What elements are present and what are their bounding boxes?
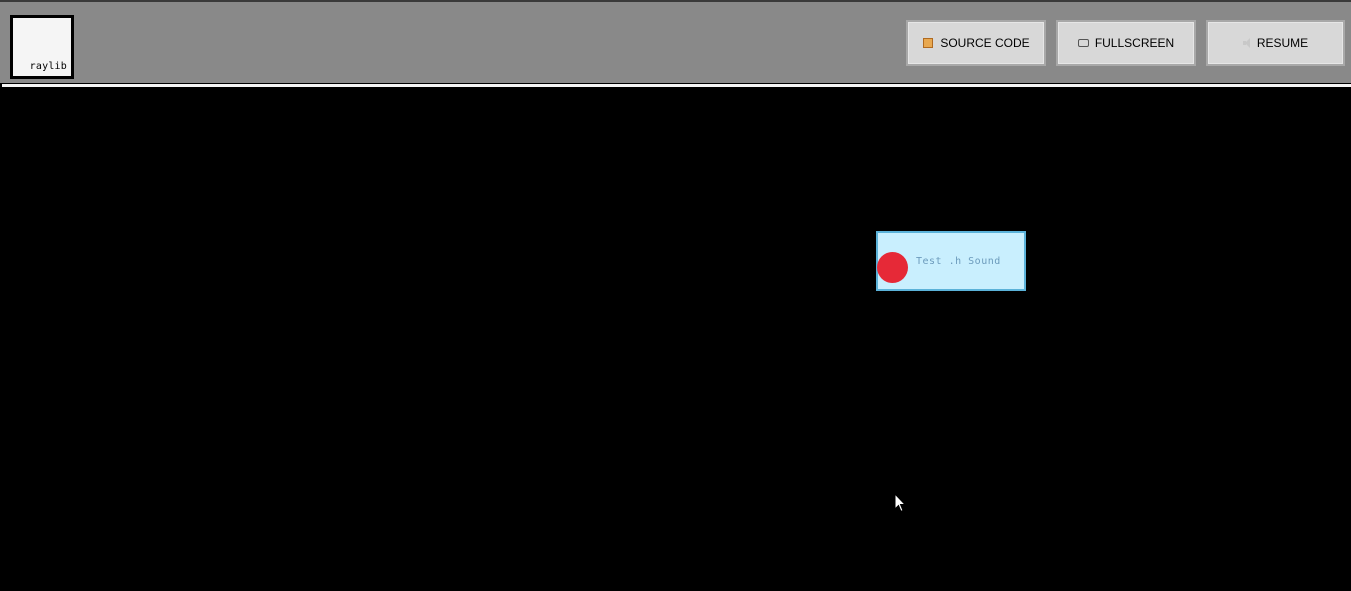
scroll-icon — [922, 37, 934, 49]
game-canvas[interactable] — [0, 87, 1351, 591]
resume-label: RESUME — [1256, 36, 1309, 50]
fullscreen-button[interactable]: FULLSCREEN — [1056, 20, 1196, 66]
speaker-icon — [1242, 38, 1251, 48]
raylib-logo[interactable]: raylib — [10, 15, 74, 79]
header-bar: raylib SOURCE CODE FULLSCREEN RESUME — [0, 2, 1351, 83]
source-code-label: SOURCE CODE — [940, 36, 1030, 50]
fullscreen-label: FULLSCREEN — [1094, 36, 1175, 50]
logo-text: raylib — [29, 61, 67, 72]
resume-button[interactable]: RESUME — [1206, 20, 1345, 66]
record-dot-icon — [877, 252, 908, 283]
test-sound-label: Test .h Sound — [916, 256, 1001, 267]
source-code-button[interactable]: SOURCE CODE — [906, 20, 1046, 66]
mouse-cursor-icon — [894, 493, 906, 513]
screen-icon — [1077, 39, 1089, 47]
